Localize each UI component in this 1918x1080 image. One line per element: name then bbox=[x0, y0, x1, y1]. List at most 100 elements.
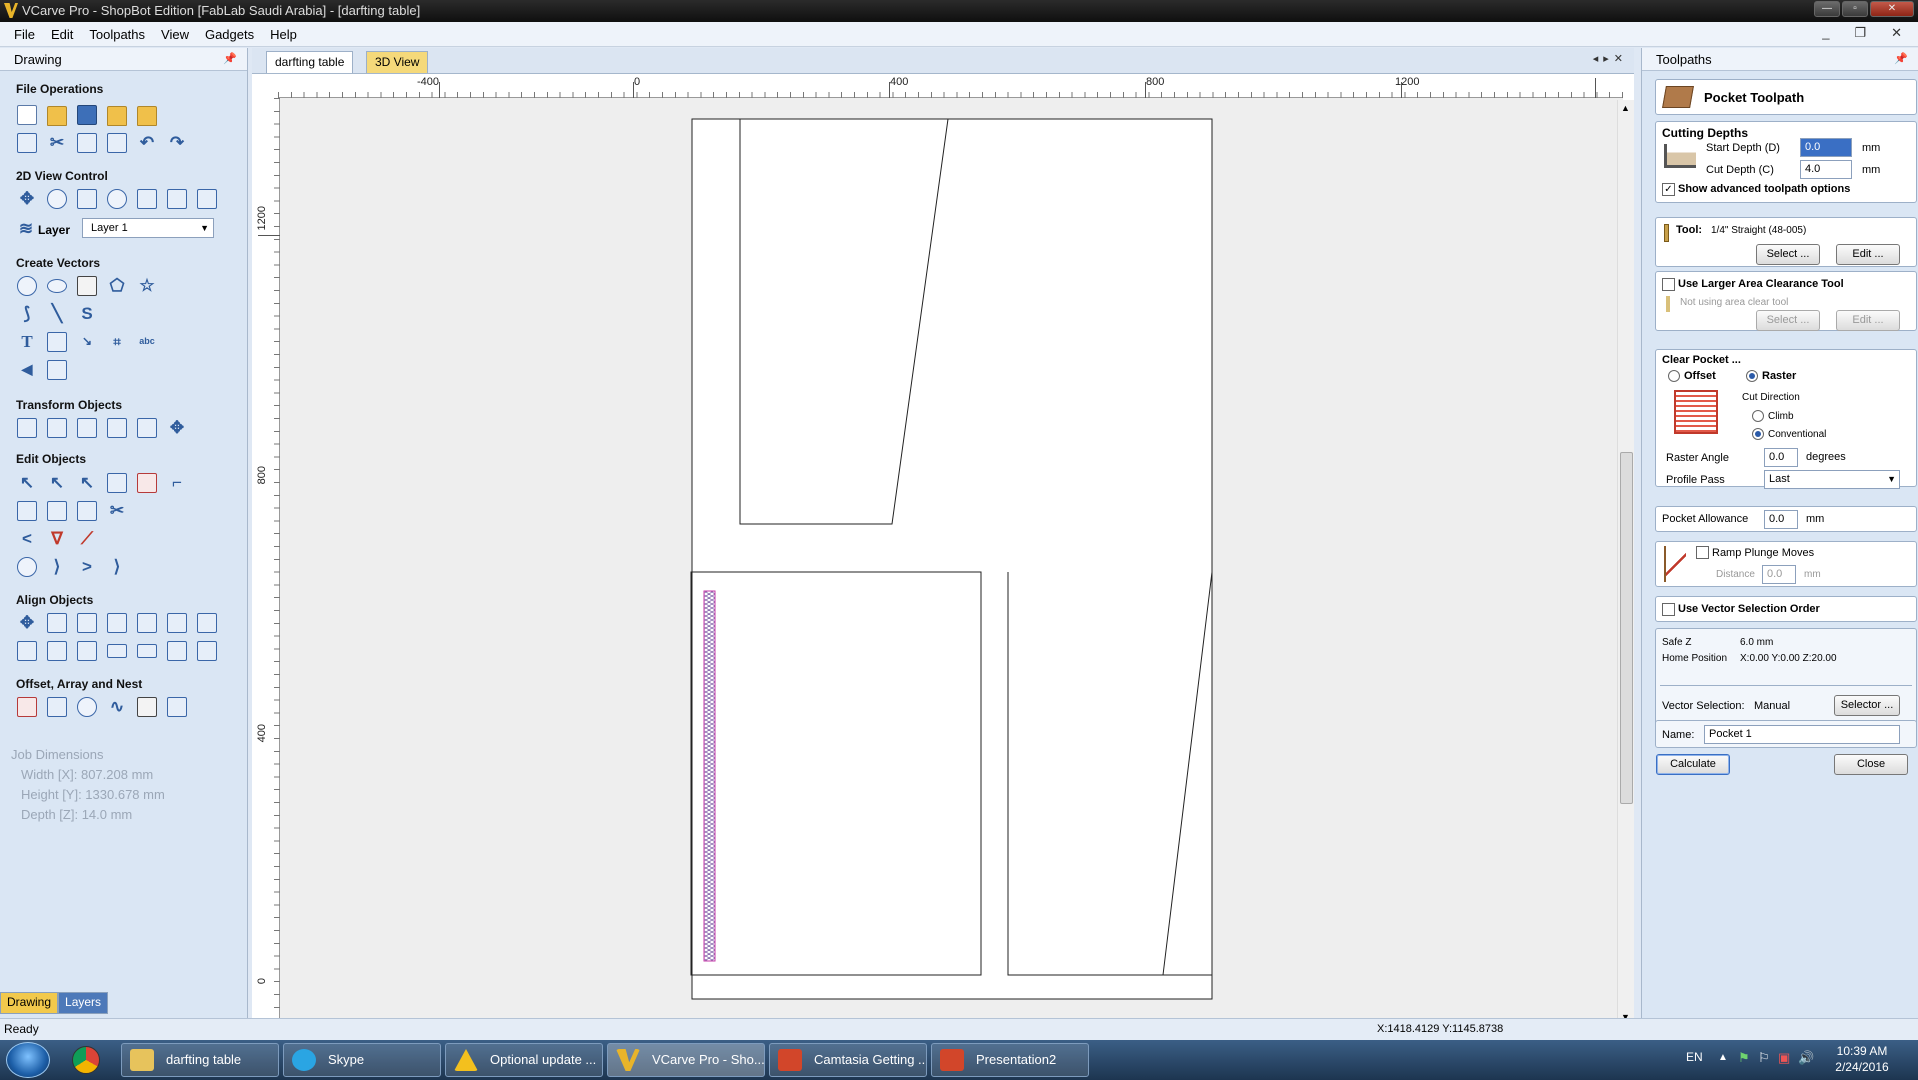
space-horizontal-icon[interactable] bbox=[107, 644, 127, 658]
close-button[interactable]: Close bbox=[1834, 754, 1908, 775]
menu-edit[interactable]: Edit bbox=[43, 27, 81, 42]
group-icon[interactable] bbox=[107, 473, 127, 493]
circular-copy-icon[interactable] bbox=[77, 697, 97, 717]
redo-icon[interactable]: ↷ bbox=[167, 133, 187, 153]
pocket-toolpath-preview[interactable] bbox=[703, 590, 716, 962]
scroll-up-arrow[interactable]: ▲ bbox=[1621, 103, 1630, 113]
minimize-button[interactable]: — bbox=[1814, 1, 1840, 17]
start-depth-input[interactable]: 0.0 bbox=[1800, 138, 1852, 157]
language-indicator[interactable]: EN bbox=[1686, 1050, 1703, 1064]
align-top-icon[interactable] bbox=[167, 613, 187, 633]
interactive-select-icon[interactable]: ↖ bbox=[77, 473, 97, 493]
mdi-restore-button[interactable]: ❐ bbox=[1846, 25, 1874, 41]
undo-icon[interactable]: ↶ bbox=[137, 133, 157, 153]
conventional-radio[interactable] bbox=[1752, 428, 1764, 440]
view-grid-icon[interactable] bbox=[167, 189, 187, 209]
ramp-checkbox[interactable] bbox=[1696, 546, 1709, 559]
weld-icon[interactable] bbox=[17, 501, 37, 521]
pocket-allowance-input[interactable]: 0.0 bbox=[1764, 510, 1798, 529]
offset-icon[interactable] bbox=[17, 697, 37, 717]
tab-drafting-table[interactable]: darfting table bbox=[266, 51, 354, 73]
taskbar-item-presentation[interactable]: Presentation2 bbox=[931, 1043, 1089, 1077]
draw-rectangle-icon[interactable] bbox=[77, 276, 97, 296]
raster-radio[interactable] bbox=[1746, 370, 1758, 382]
raster-angle-input[interactable]: 0.0 bbox=[1764, 448, 1798, 467]
pin-icon[interactable]: 📌 bbox=[1894, 48, 1908, 71]
edit-tool-button[interactable]: Edit ... bbox=[1836, 244, 1900, 265]
calculate-button[interactable]: Calculate bbox=[1656, 754, 1730, 775]
intersect-icon[interactable] bbox=[77, 501, 97, 521]
space-vertical-icon[interactable] bbox=[167, 641, 187, 661]
center-horizontal-icon[interactable] bbox=[47, 641, 67, 661]
import-bitmap-icon[interactable] bbox=[137, 106, 157, 126]
fill-region-icon[interactable] bbox=[167, 697, 187, 717]
menu-toolpaths[interactable]: Toolpaths bbox=[81, 27, 153, 42]
subtract-icon[interactable] bbox=[47, 501, 67, 521]
show-advanced-checkbox[interactable]: ✓ bbox=[1662, 183, 1675, 196]
size-match-icon[interactable] bbox=[197, 641, 217, 661]
scale-icon[interactable] bbox=[47, 418, 67, 438]
tab-navigation[interactable]: ◂▸✕ bbox=[1593, 52, 1628, 65]
tab-3d-view[interactable]: 3D View bbox=[366, 51, 429, 73]
align-left-icon[interactable] bbox=[107, 613, 127, 633]
draw-text-icon[interactable]: T bbox=[17, 332, 37, 352]
draw-polyline-icon[interactable]: ⟆ bbox=[17, 304, 37, 324]
ramp-distance-input[interactable]: 0.0 bbox=[1762, 565, 1796, 584]
import-vectors-icon[interactable] bbox=[107, 106, 127, 126]
copy-along-vector-icon[interactable]: ∿ bbox=[107, 697, 127, 717]
draw-curve-icon[interactable]: S bbox=[77, 304, 97, 324]
menu-help[interactable]: Help bbox=[262, 27, 305, 42]
block-copy-icon[interactable] bbox=[47, 697, 67, 717]
start-button[interactable] bbox=[6, 1042, 50, 1078]
tray-arrow-icon[interactable]: ▲ bbox=[1718, 1052, 1728, 1063]
paste-icon[interactable] bbox=[107, 133, 127, 153]
align-vertical-icon[interactable] bbox=[77, 613, 97, 633]
join-close-icon[interactable]: > bbox=[77, 557, 97, 577]
center-vertical-icon[interactable] bbox=[77, 641, 97, 661]
taskbar-item-folder[interactable]: darfting table bbox=[121, 1043, 279, 1077]
tray-alert-icon[interactable]: ▣ bbox=[1778, 1050, 1790, 1066]
vertical-scrollbar[interactable]: ▲ ▼ bbox=[1617, 100, 1634, 1028]
open-file-icon[interactable] bbox=[47, 106, 67, 126]
close-window-button[interactable]: ✕ bbox=[1870, 1, 1914, 17]
zoom-extents-icon[interactable] bbox=[77, 189, 97, 209]
draw-polygon-icon[interactable]: ⬠ bbox=[107, 276, 127, 296]
vector-order-checkbox[interactable] bbox=[1662, 603, 1675, 616]
cut-depth-input[interactable]: 4.0 bbox=[1800, 160, 1852, 179]
align-right-icon[interactable] bbox=[137, 613, 157, 633]
align-bottom-icon[interactable] bbox=[197, 613, 217, 633]
chamfer-icon[interactable]: ∇ bbox=[47, 529, 67, 549]
join-open-icon[interactable]: ⟩ bbox=[47, 557, 67, 577]
text-on-curve-icon[interactable]: ↘ bbox=[77, 332, 97, 352]
center-icon[interactable]: ✥ bbox=[167, 418, 187, 438]
nest-parts-icon[interactable] bbox=[137, 697, 157, 717]
selector-button[interactable]: Selector ... bbox=[1834, 695, 1900, 716]
maximize-button[interactable]: ▫ bbox=[1842, 1, 1868, 17]
pin-icon[interactable]: 📌 bbox=[223, 48, 237, 71]
zoom-selected-icon[interactable] bbox=[107, 189, 127, 209]
clock[interactable]: 10:39 AM 2/24/2016 bbox=[1826, 1043, 1898, 1075]
drawing-canvas[interactable] bbox=[280, 98, 1623, 1028]
select-tool-button[interactable]: Select ... bbox=[1756, 244, 1820, 265]
chrome-icon[interactable] bbox=[72, 1046, 100, 1074]
new-file-icon[interactable] bbox=[17, 105, 37, 125]
mdi-minimize-button[interactable]: _ bbox=[1814, 25, 1837, 41]
align-center-icon[interactable]: ✥ bbox=[17, 613, 37, 633]
tab-drawing[interactable]: Drawing bbox=[0, 992, 59, 1014]
save-file-icon[interactable] bbox=[77, 105, 97, 125]
smooth-icon[interactable]: ⟩ bbox=[107, 557, 127, 577]
align-horizontal-icon[interactable] bbox=[47, 613, 67, 633]
rotate-icon[interactable] bbox=[77, 418, 97, 438]
move-icon[interactable] bbox=[17, 418, 37, 438]
toolpath-name-input[interactable]: Pocket 1 bbox=[1704, 725, 1900, 744]
job-setup-icon[interactable] bbox=[17, 133, 37, 153]
pan-icon[interactable]: ✥ bbox=[17, 189, 37, 209]
taskbar-item-skype[interactable]: Skype bbox=[283, 1043, 441, 1077]
zoom-in-icon[interactable] bbox=[47, 189, 67, 209]
ungroup-icon[interactable] bbox=[137, 473, 157, 493]
larger-area-checkbox[interactable] bbox=[1662, 278, 1675, 291]
layer-dropdown[interactable]: Layer 1 bbox=[82, 218, 214, 238]
taskbar-item-update[interactable]: Optional update ... bbox=[445, 1043, 603, 1077]
copy-icon[interactable] bbox=[77, 133, 97, 153]
tray-volume-icon[interactable]: 🔊 bbox=[1798, 1050, 1814, 1066]
